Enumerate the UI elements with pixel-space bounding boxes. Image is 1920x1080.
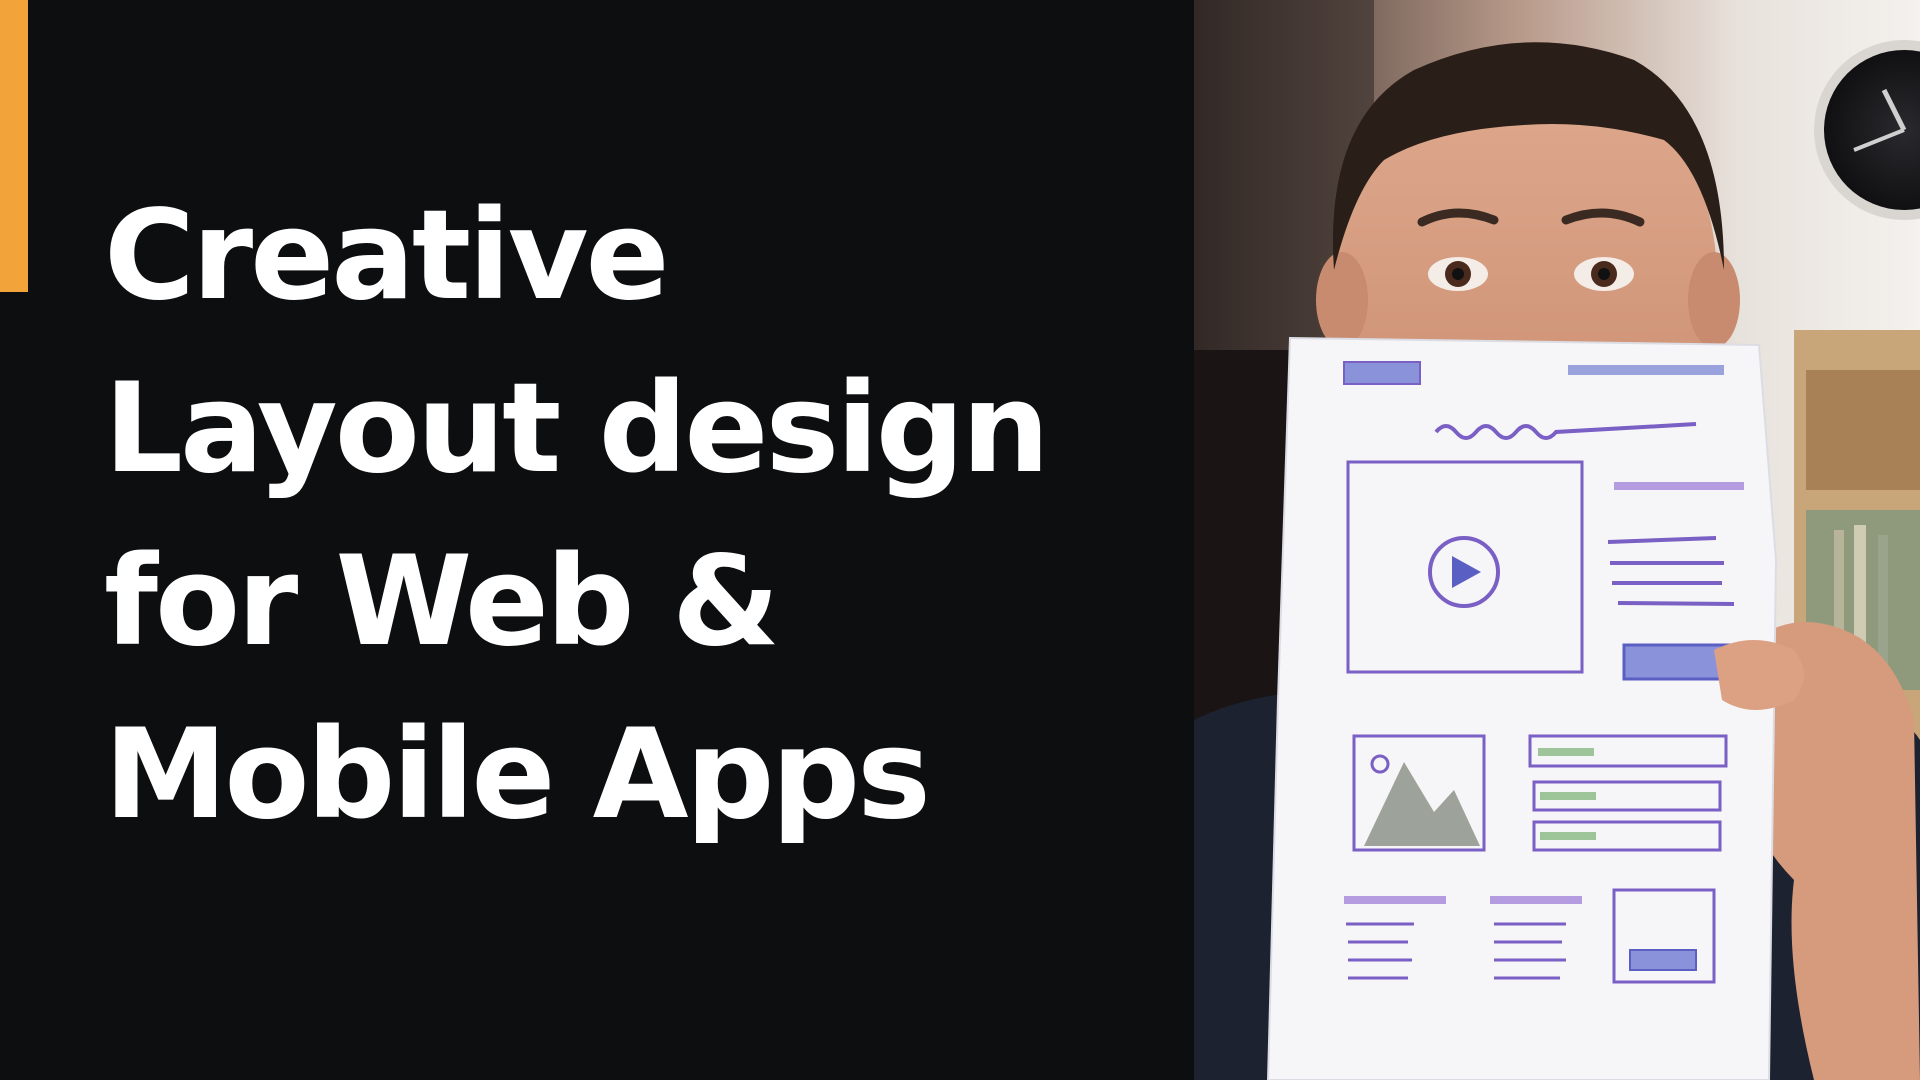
title-panel: Creative Layout design for Web & Mobile … (0, 0, 1194, 1080)
photo-panel (1194, 0, 1920, 1080)
headline-line-3: for Web & (104, 530, 780, 674)
headline-line-2: Layout design (104, 357, 1050, 501)
headline-line-1: Creative (104, 184, 670, 328)
thumb (1714, 640, 1804, 710)
headline-line-4: Mobile Apps (104, 703, 931, 847)
presenter-photo (1194, 0, 1920, 1080)
accent-bar (0, 0, 28, 292)
wireframe-sketch (1266, 336, 1778, 1080)
thumbnail-canvas: Creative Layout design for Web & Mobile … (0, 0, 1920, 1080)
headline: Creative Layout design for Web & Mobile … (104, 170, 1164, 862)
shelf-compartment (1806, 370, 1920, 490)
